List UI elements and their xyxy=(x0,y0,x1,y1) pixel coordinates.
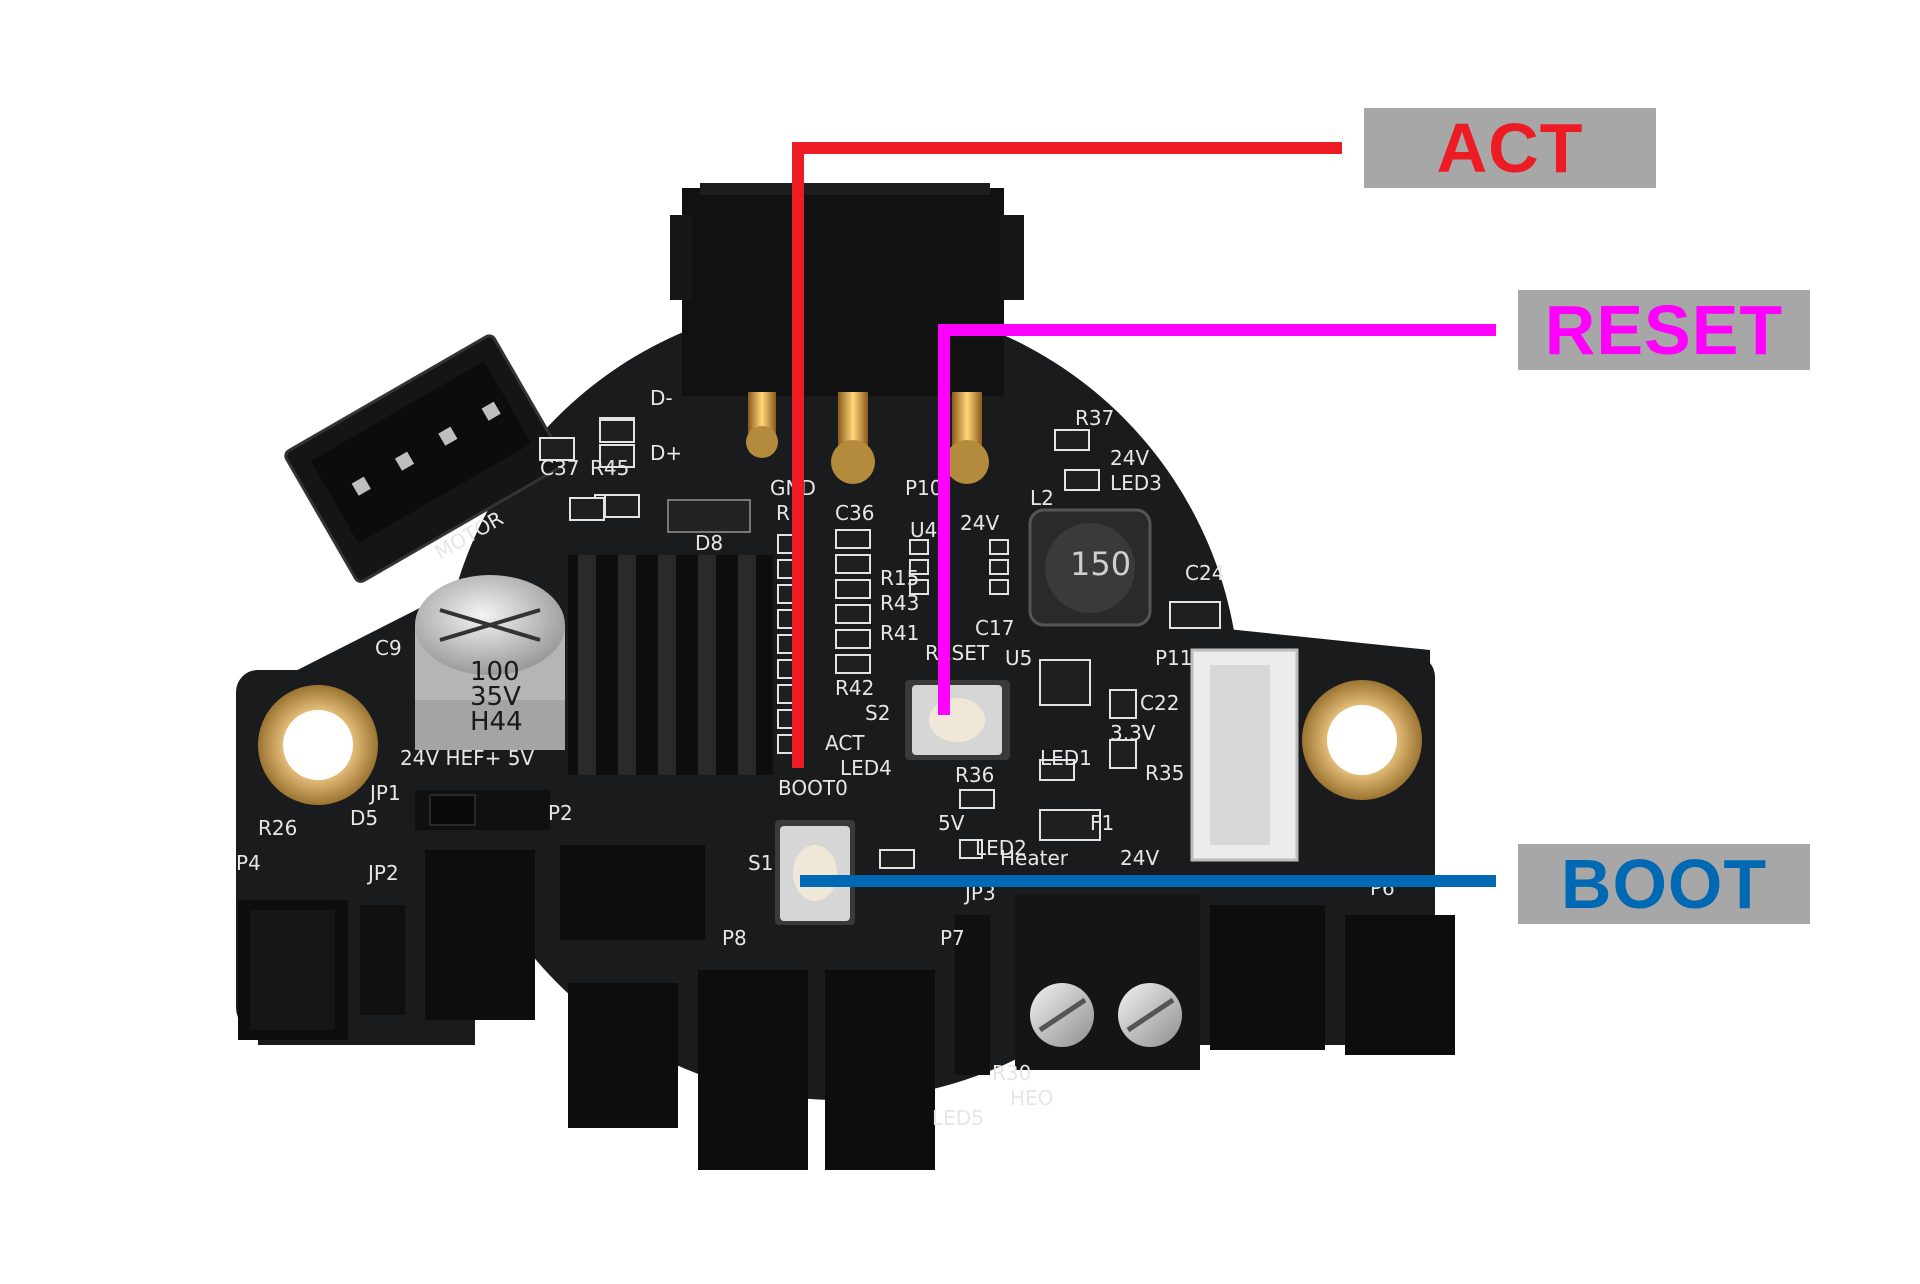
silk-s2: S2 xyxy=(865,701,890,725)
silk-boot0: BOOT0 xyxy=(778,776,848,800)
board-diagram: D- D+ GND P10 24V R37 24V LED3 L2 150 C2… xyxy=(0,0,1920,1280)
silk-act: ACT xyxy=(825,731,865,755)
act-callout-label: ACT xyxy=(1364,108,1656,188)
silk-r41: R41 xyxy=(880,621,919,645)
reset-button xyxy=(905,680,1010,760)
screw-terminal xyxy=(1015,895,1200,1070)
silk-p7: P7 xyxy=(940,926,965,950)
silk-r45: R45 xyxy=(590,456,629,480)
silk-r43: R43 xyxy=(880,591,919,615)
silk-d-minus: D- xyxy=(650,386,673,410)
silk-u4: U4 xyxy=(910,518,937,542)
silk-3v3: 3.3V xyxy=(1110,721,1156,745)
silk-p11: P11 xyxy=(1155,646,1193,670)
silk-p2: P2 xyxy=(548,801,573,825)
silk-c37: C37 xyxy=(540,456,579,480)
silk-f1: F1 xyxy=(1090,811,1114,835)
silk-led5: LED5 xyxy=(932,1106,984,1130)
silk-jp2: JP2 xyxy=(366,861,399,885)
silk-l2: L2 xyxy=(1030,486,1054,510)
silk-r15: R15 xyxy=(880,566,919,590)
silk-24v-b: 24V xyxy=(1120,846,1159,870)
silk-reset: RESET xyxy=(925,641,990,665)
silk-r36: R36 xyxy=(955,763,994,787)
silk-d8: D8 xyxy=(695,531,723,555)
silk-p10: P10 xyxy=(905,476,943,500)
silk-s1: S1 xyxy=(748,851,773,875)
silk-24v: 24V xyxy=(960,511,999,535)
boot-callout-label: BOOT xyxy=(1518,844,1810,924)
silk-heater: Heater xyxy=(1000,846,1069,870)
mounting-hole-right xyxy=(1302,680,1422,800)
silk-led3-v: 24V xyxy=(1110,446,1149,470)
silk-c22: C22 xyxy=(1140,691,1179,715)
silk-led1: LED1 xyxy=(1040,746,1092,770)
silk-d5: D5 xyxy=(350,806,378,830)
silk-heo: HEO xyxy=(1010,1086,1053,1110)
connector-p11 xyxy=(1190,648,1299,862)
silk-c9: C9 xyxy=(375,636,402,660)
silk-r30: R30 xyxy=(992,1061,1031,1085)
silk-u5: U5 xyxy=(1005,646,1032,670)
silk-c24: C24 xyxy=(1185,561,1224,585)
reset-callout-label: RESET xyxy=(1518,290,1810,370)
silk-p4: P4 xyxy=(236,851,261,875)
silk-inductor: 150 xyxy=(1070,545,1131,583)
diode-d8 xyxy=(667,499,751,533)
silk-led3: LED3 xyxy=(1110,471,1162,495)
silk-jumper-opts: 24V HEF+ 5V xyxy=(400,746,535,770)
silk-r37: R37 xyxy=(1075,406,1114,430)
silk-d-plus: D+ xyxy=(650,441,682,465)
pcb-illustration: D- D+ GND P10 24V R37 24V LED3 L2 150 C2… xyxy=(236,142,1496,1170)
silk-r26: R26 xyxy=(258,816,297,840)
silk-c36: C36 xyxy=(835,501,874,525)
silk-cap-code: H44 xyxy=(470,707,523,737)
silk-p8: P8 xyxy=(722,926,747,950)
silk-jp1: JP1 xyxy=(368,781,401,805)
silk-r42: R42 xyxy=(835,676,874,700)
mounting-hole-left xyxy=(258,685,378,805)
boot-button xyxy=(775,820,855,925)
silk-r35: R35 xyxy=(1145,761,1184,785)
heatsink xyxy=(568,555,773,775)
silk-c17: C17 xyxy=(975,616,1014,640)
silk-5v: 5V xyxy=(938,811,965,835)
